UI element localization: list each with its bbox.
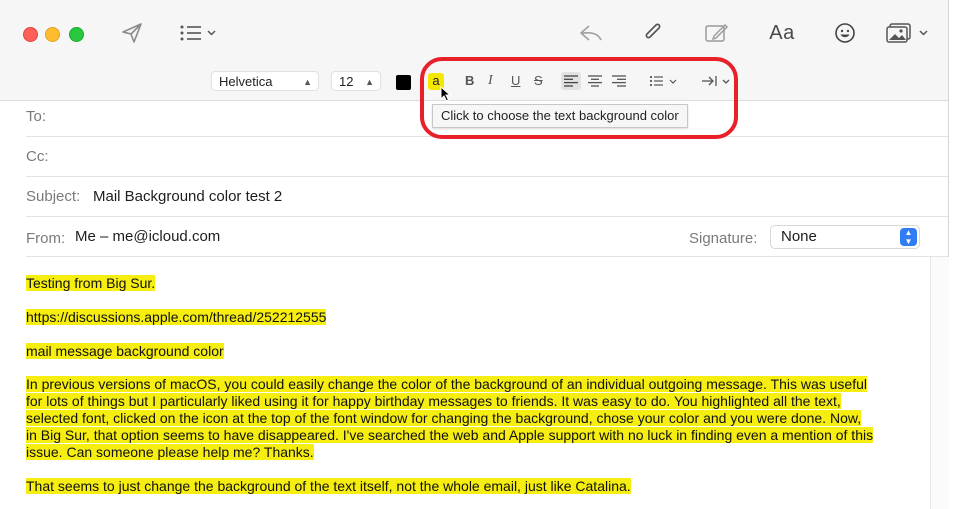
minimize-window-button[interactable]	[45, 27, 60, 42]
font-family-value: Helvetica	[219, 74, 273, 89]
from-row: From: Me – me@icloud.com Signature: None…	[26, 217, 948, 257]
text-color-button[interactable]	[396, 75, 411, 90]
close-window-button[interactable]	[23, 27, 38, 42]
font-size-popup[interactable]: 12 ▲	[331, 71, 381, 91]
body-paragraph: That seems to just change the background…	[26, 478, 631, 494]
from-field[interactable]: Me – me@icloud.com	[75, 228, 220, 245]
header-fields-icon[interactable]	[178, 20, 220, 46]
attachment-icon[interactable]	[640, 20, 666, 46]
body-paragraph: In previous versions of macOS, you could…	[26, 376, 874, 460]
subject-row: Subject: Mail Background color test 2	[26, 177, 948, 217]
signature-label: Signature:	[689, 230, 758, 247]
annotation-highlight	[420, 57, 738, 139]
body-paragraph: https://discussions.apple.com/thread/252…	[26, 309, 327, 325]
signature-value: None	[781, 228, 817, 245]
subject-label: Subject:	[26, 188, 81, 205]
body-paragraph: mail message background color	[26, 343, 224, 359]
from-label: From:	[26, 230, 66, 247]
stepper-icon: ▲	[365, 77, 374, 87]
desktop-background	[949, 0, 974, 509]
zoom-window-button[interactable]	[69, 27, 84, 42]
toolbar: Aa	[0, 0, 948, 64]
emoji-icon[interactable]	[832, 20, 858, 46]
stepper-icon: ▲ ▼	[900, 228, 917, 246]
compose-window: Aa Helvetica ▲ 12 ▲ a B I U S To: Cc: Su…	[0, 0, 949, 509]
message-body[interactable]: Testing from Big Sur. https://discussion…	[0, 257, 930, 509]
signature-popup[interactable]: None ▲ ▼	[770, 225, 920, 249]
subject-field[interactable]: Mail Background color test 2	[93, 188, 282, 205]
cc-row[interactable]: Cc:	[26, 137, 948, 177]
reply-icon[interactable]	[577, 20, 605, 46]
send-icon[interactable]	[118, 20, 146, 46]
font-size-value: 12	[339, 74, 354, 89]
photo-browser-icon[interactable]	[886, 20, 932, 46]
stepper-icon: ▲	[303, 77, 312, 87]
format-icon[interactable]: Aa	[765, 20, 799, 46]
font-family-popup[interactable]: Helvetica ▲	[211, 71, 319, 91]
cc-label: Cc:	[26, 148, 49, 165]
scrollbar[interactable]	[930, 257, 949, 509]
to-label: To:	[26, 108, 47, 125]
markup-icon[interactable]	[703, 20, 731, 46]
body-paragraph: Testing from Big Sur.	[26, 275, 156, 291]
